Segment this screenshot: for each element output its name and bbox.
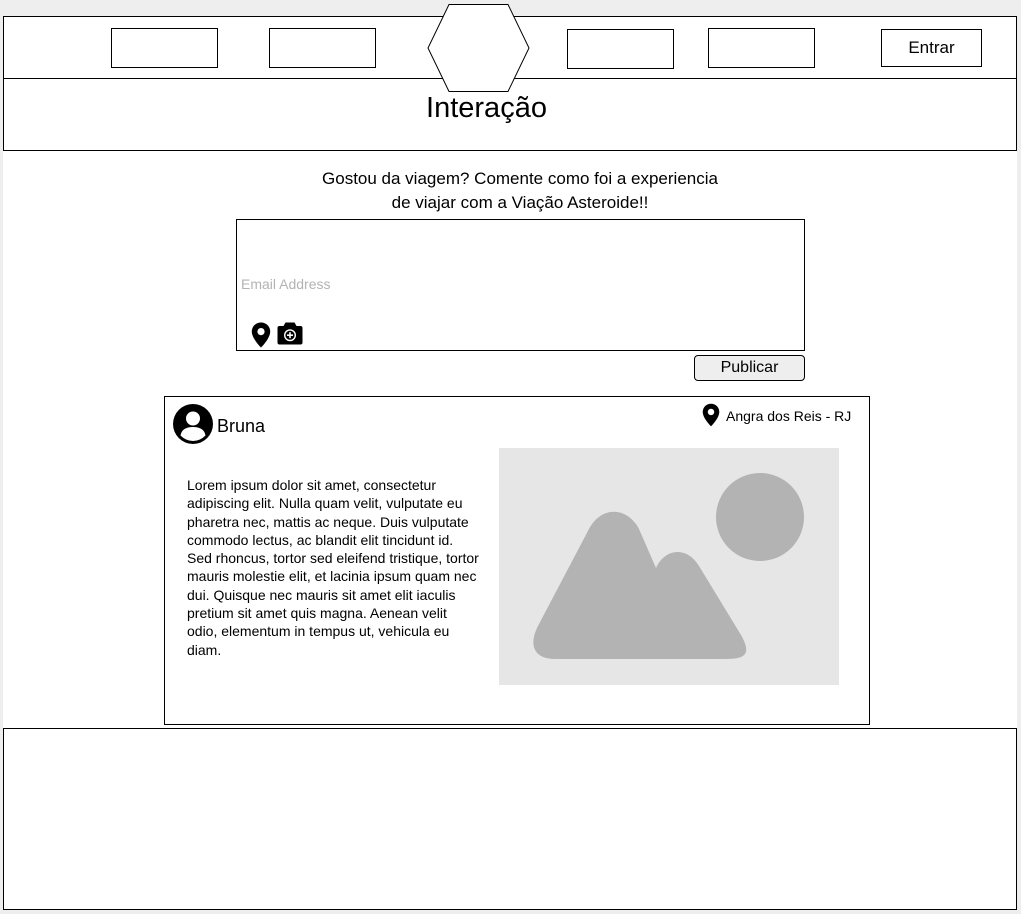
post-card: Bruna Angra dos Reis - RJ Lorem ipsum do… (164, 396, 870, 725)
page-title: Interação (426, 92, 547, 124)
publish-button[interactable]: Publicar (694, 355, 805, 381)
camera-add-icon[interactable] (277, 322, 303, 345)
nav-item-1[interactable] (111, 28, 218, 68)
post-image (499, 448, 839, 685)
comment-prompt-line-1: Gostou da viagem? Comente como foi a exp… (322, 169, 718, 188)
hexagon-logo-icon[interactable] (427, 4, 530, 92)
nav-item-2[interactable] (269, 28, 376, 68)
map-pin-icon (702, 403, 720, 427)
comment-input[interactable] (241, 276, 781, 292)
site-footer (3, 728, 1017, 910)
nav-item-4[interactable] (708, 28, 815, 68)
post-text: Lorem ipsum dolor sit amet, consectetur … (187, 477, 479, 658)
image-placeholder-icon (533, 473, 804, 659)
comment-box[interactable] (236, 219, 805, 351)
post-author: Bruna (217, 416, 266, 436)
map-pin-icon[interactable] (251, 322, 271, 348)
comment-prompt: Gostou da viagem? Comente como foi a exp… (260, 167, 780, 215)
comment-prompt-line-2: de viajar com a Viação Asteroide!! (391, 193, 649, 212)
post-location: Angra dos Reis - RJ (726, 408, 852, 424)
user-avatar-icon (173, 404, 213, 444)
nav-item-3[interactable] (567, 29, 674, 69)
login-button[interactable]: Entrar (881, 29, 982, 67)
